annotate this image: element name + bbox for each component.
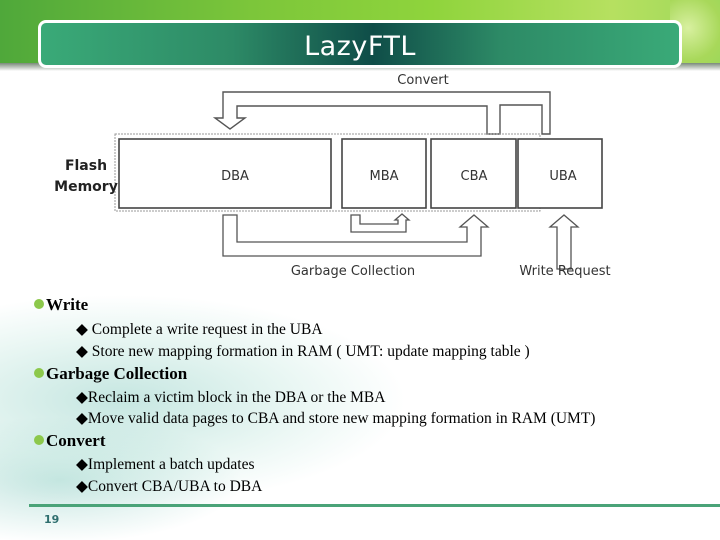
sub-bullet: ◆ Complete a write request in the UBA: [76, 321, 323, 338]
bullet-heading: Garbage Collection: [46, 364, 188, 383]
block-uba-label: UBA: [549, 169, 576, 184]
bullet-dot-icon: [34, 299, 44, 309]
sub-bullet: ◆Implement a batch updates: [76, 456, 255, 473]
bullet-write: Write: [34, 295, 88, 315]
bullet-convert: Convert: [34, 431, 105, 451]
sub-bullet: ◆Move valid data pages to CBA and store …: [76, 410, 596, 427]
gc-label: Garbage Collection: [291, 264, 415, 279]
page-number: 19: [44, 513, 60, 526]
mba-gc-arrow: [350, 213, 411, 233]
sub-bullet: ◆Reclaim a victim block in the DBA or th…: [76, 389, 386, 406]
block-cba-label: CBA: [461, 169, 488, 184]
title-bar: LazyFTL: [38, 20, 682, 68]
bullet-dot-icon: [34, 368, 44, 378]
flash-label-line2: Memory: [54, 179, 118, 195]
sub-bullet: ◆ Store new mapping formation in RAM ( U…: [76, 343, 530, 360]
lazyftl-diagram: Convert DBA MBA CBA UBA Flash Memory Gar…: [40, 65, 640, 285]
block-mba-label: MBA: [369, 169, 398, 184]
slide-title: LazyFTL: [304, 31, 416, 62]
block-dba-label: DBA: [221, 169, 249, 184]
bullet-dot-icon: [34, 435, 44, 445]
bullet-garbage-collection: Garbage Collection: [34, 364, 187, 384]
write-request-arrow: [548, 214, 580, 270]
diagram-svg: Convert DBA MBA CBA UBA Flash Memory Gar…: [54, 73, 610, 279]
convert-arrow: [212, 91, 551, 135]
bullet-heading: Write: [46, 295, 89, 314]
sub-bullet: ◆Convert CBA/UBA to DBA: [76, 478, 263, 495]
write-request-label: Write Request: [519, 264, 610, 279]
flash-label-line1: Flash: [65, 158, 107, 174]
footer-divider: [29, 504, 720, 507]
bullet-heading: Convert: [46, 431, 106, 450]
convert-label: Convert: [397, 73, 448, 88]
